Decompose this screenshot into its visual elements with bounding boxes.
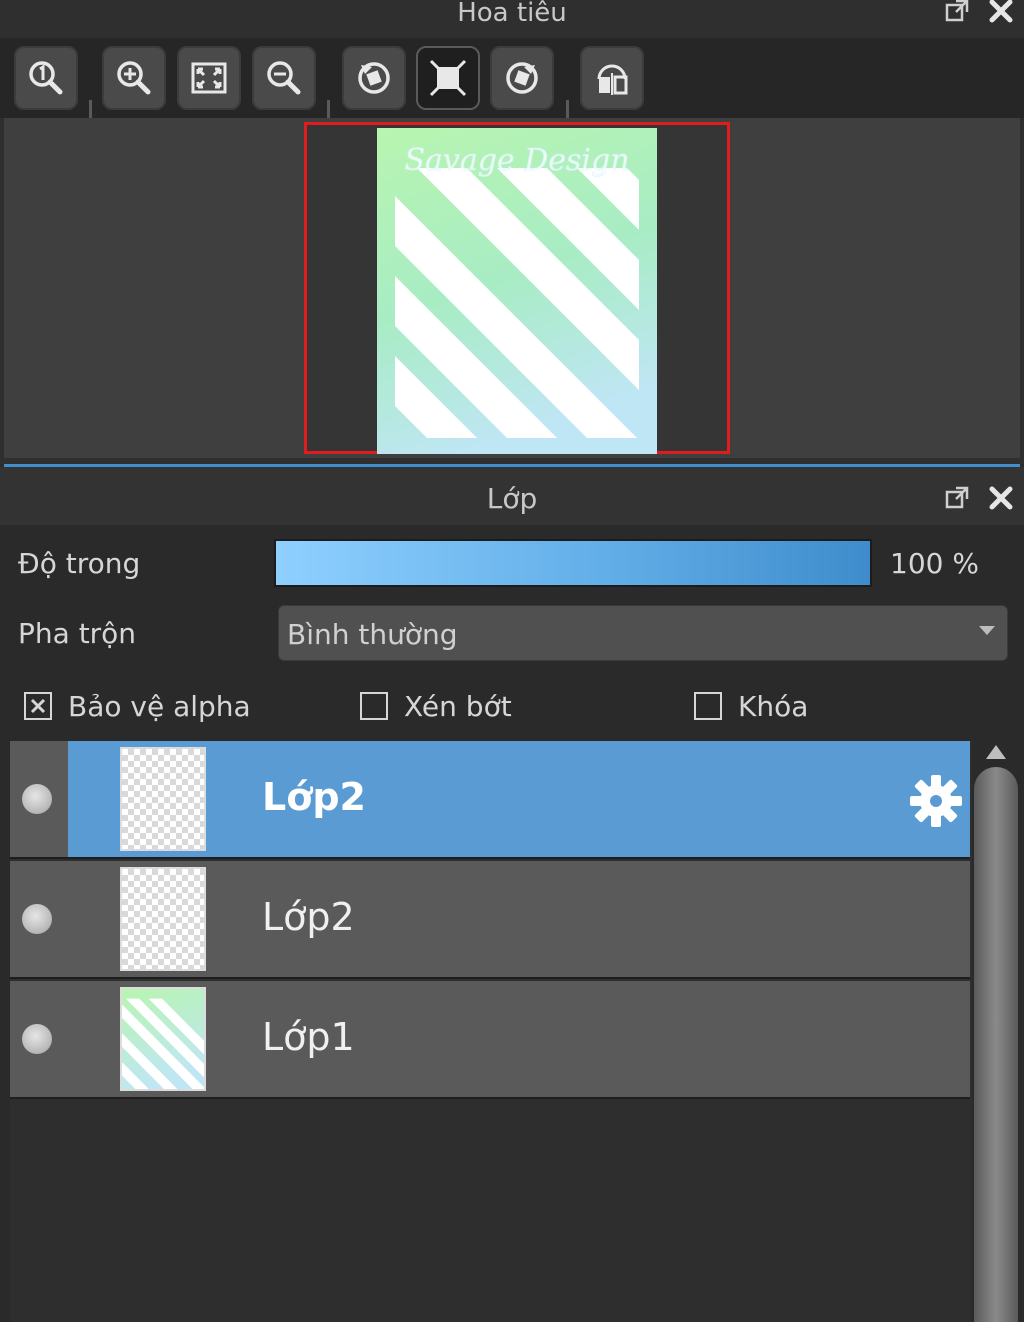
gear-icon[interactable]: [908, 773, 964, 829]
opacity-slider-fill: [276, 541, 870, 585]
zoom-out-button[interactable]: [252, 46, 316, 110]
checkbox-box: [694, 692, 722, 720]
layer-name: Lớp2: [262, 775, 366, 819]
popout-icon[interactable]: [944, 0, 970, 24]
flip-horizontal-button[interactable]: [580, 46, 644, 110]
zoom-actual-size-icon: [29, 61, 63, 95]
navigator-toolbar: [0, 38, 1024, 126]
layer-thumbnail: [120, 747, 206, 851]
protect-alpha-checkbox[interactable]: Bảo vệ alpha: [24, 689, 251, 723]
blend-mode-select[interactable]: Bình thường: [278, 605, 1008, 661]
blend-mode-value: Bình thường: [287, 618, 458, 651]
layer-name: Lớp1: [262, 1015, 355, 1059]
visibility-toggle[interactable]: [22, 904, 52, 934]
rotate-left-button[interactable]: [342, 46, 406, 110]
layer-panel-title: Lớp: [486, 482, 538, 515]
opacity-label: Độ trong: [18, 547, 141, 580]
layer-thumbnail-art: [122, 989, 204, 1089]
navigator-thumbnail: Savage Design: [377, 128, 657, 454]
layer-thumbnail: [120, 867, 206, 971]
blend-mode-label: Pha trộn: [18, 617, 137, 650]
close-icon[interactable]: [988, 485, 1014, 511]
fit-to-window-icon: [191, 62, 227, 94]
layer-panel-actions: [944, 485, 1014, 511]
chevron-down-icon: [979, 626, 995, 635]
thumbnail-watermark: Savage Design: [404, 143, 629, 178]
zoom-actual-size-button[interactable]: [14, 46, 78, 110]
lock-label: Khóa: [738, 689, 809, 723]
opacity-value: 100 %: [890, 547, 979, 580]
checkbox-box: [24, 692, 52, 720]
checkbox-box: [360, 692, 388, 720]
zoom-out-icon: [267, 61, 301, 95]
rotate-left-icon: [358, 62, 390, 94]
reset-view-button[interactable]: [416, 46, 480, 110]
rotate-right-button[interactable]: [490, 46, 554, 110]
layer-list: Lớp2 Lớp2 Lớp1: [10, 741, 972, 1322]
clipping-label: Xén bớt: [404, 689, 512, 723]
popout-icon[interactable]: [944, 485, 970, 511]
reset-view-icon: [429, 59, 467, 97]
close-icon[interactable]: [988, 0, 1014, 24]
layer-thumbnail: [120, 987, 206, 1091]
lock-checkbox[interactable]: Khóa: [694, 689, 808, 723]
visibility-toggle[interactable]: [22, 784, 52, 814]
clipping-checkbox[interactable]: Xén bớt: [360, 689, 512, 723]
layer-row[interactable]: Lớp2: [10, 741, 970, 859]
layer-panel: Lớp Độ trong 100 % Pha trộn Bình thường …: [0, 467, 1024, 1322]
navigator-canvas[interactable]: Savage Design: [4, 118, 1020, 458]
flip-horizontal-icon: [597, 64, 628, 95]
layer-list-scrollbar[interactable]: [974, 741, 1018, 1322]
navigator-view-frame[interactable]: Savage Design: [304, 122, 730, 454]
layer-row[interactable]: Lớp1: [10, 981, 970, 1099]
fit-to-window-button[interactable]: [177, 46, 241, 110]
zoom-in-icon: [117, 61, 151, 95]
zoom-in-button[interactable]: [102, 46, 166, 110]
rotate-right-icon: [506, 62, 538, 94]
protect-alpha-label: Bảo vệ alpha: [68, 689, 251, 723]
scroll-up-icon[interactable]: [986, 745, 1006, 759]
navigator-panel: Hoa tiêu Savage Design: [0, 0, 1024, 464]
opacity-slider[interactable]: [274, 539, 872, 587]
scrollbar-thumb[interactable]: [974, 767, 1018, 1322]
navigator-panel-actions: [944, 0, 1014, 24]
visibility-toggle[interactable]: [22, 1024, 52, 1054]
layer-row[interactable]: Lớp2: [10, 861, 970, 979]
checkbox-x-icon: [30, 698, 46, 714]
navigator-title: Hoa tiêu: [457, 0, 567, 28]
layer-name: Lớp2: [262, 895, 355, 939]
